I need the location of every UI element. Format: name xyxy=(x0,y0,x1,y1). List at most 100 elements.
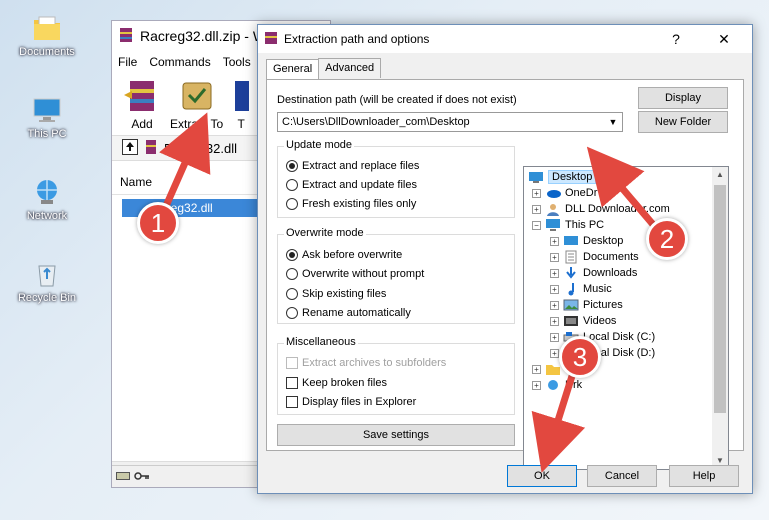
archive-small-icon xyxy=(144,139,158,158)
tree-item-pictures[interactable]: + Pictures xyxy=(550,297,623,313)
tree-item-this-pc[interactable]: − This PC xyxy=(532,217,604,233)
column-name-header[interactable]: Name xyxy=(112,169,257,195)
onedrive-icon xyxy=(545,186,561,200)
folder-icon xyxy=(31,12,63,44)
overwrite-mode-title: Overwrite mode xyxy=(284,227,366,239)
tab-advanced[interactable]: Advanced xyxy=(318,58,382,78)
key-icon[interactable] xyxy=(134,470,150,485)
desktop-icon-label: Recycle Bin xyxy=(17,292,77,304)
add-label: Add xyxy=(131,117,153,131)
winrar-logo-icon xyxy=(118,27,134,46)
videos-icon xyxy=(563,314,579,328)
desktop-icon-network[interactable]: Network xyxy=(6,176,88,222)
book-icon xyxy=(231,77,251,113)
address-path[interactable]: Racreg32.dll xyxy=(164,141,237,156)
checkbox-display-explorer[interactable]: Display files in Explorer xyxy=(286,396,416,408)
tab-general[interactable]: General xyxy=(266,59,320,79)
radio-overwrite-no-prompt[interactable]: Overwrite without prompt xyxy=(286,268,424,280)
computer-icon xyxy=(31,94,63,126)
desktop-icon xyxy=(563,234,579,248)
save-settings-button[interactable]: Save settings xyxy=(277,424,515,446)
tree-item-downloads[interactable]: + Downloads xyxy=(550,265,637,281)
ok-button[interactable]: OK xyxy=(507,465,577,487)
destination-label: Destination path (will be created if doe… xyxy=(277,94,517,106)
general-panel: Destination path (will be created if doe… xyxy=(266,79,744,470)
update-mode-group: Update mode Extract and replace files Ex… xyxy=(277,139,515,218)
add-archive-icon xyxy=(122,77,162,113)
tree-item-music[interactable]: + Music xyxy=(550,281,612,297)
overwrite-mode-group: Overwrite mode Ask before overwrite Over… xyxy=(277,227,515,324)
extract-to-button[interactable]: Extract To xyxy=(170,77,223,131)
chevron-down-icon[interactable]: ▼ xyxy=(604,113,622,131)
dialog-close-button[interactable]: ✕ xyxy=(702,25,746,53)
computer-icon xyxy=(545,218,561,232)
checkbox-extract-subfolders[interactable]: Extract archives to subfolders xyxy=(286,357,446,369)
radio-skip-existing[interactable]: Skip existing files xyxy=(286,288,386,300)
extract-to-label: Extract To xyxy=(170,117,224,131)
network-icon xyxy=(545,378,561,392)
destination-path-value: C:\Users\DllDownloader_com\Desktop xyxy=(282,116,470,128)
extract-to-icon xyxy=(177,77,217,113)
test-label: T xyxy=(237,117,245,131)
radio-extract-update[interactable]: Extract and update files xyxy=(286,179,417,191)
dialog-titlebar[interactable]: Extraction path and options ? ✕ xyxy=(258,25,752,53)
tree-item-network[interactable]: + Nrk xyxy=(532,377,582,393)
drive-icon[interactable] xyxy=(116,471,130,484)
radio-rename-auto[interactable]: Rename automatically xyxy=(286,307,411,319)
menu-tools[interactable]: Tools xyxy=(223,55,251,69)
scroll-up-icon[interactable]: ▲ xyxy=(712,167,728,183)
tree-item-onedrive[interactable]: + OneDr xyxy=(532,185,597,201)
dialog-tabs: General Advanced xyxy=(266,58,382,79)
radio-extract-replace[interactable]: Extract and replace files xyxy=(286,160,419,172)
tree-item-desktop[interactable]: + Desktop xyxy=(550,233,623,249)
tree-scrollbar[interactable]: ▲ ▼ xyxy=(712,167,728,469)
checkbox-keep-broken[interactable]: Keep broken files xyxy=(286,377,387,389)
music-icon xyxy=(563,282,579,296)
folder-tree[interactable]: Desktop + OneDr + DLL Dow nloader.com − T… xyxy=(523,166,729,470)
extraction-dialog: Extraction path and options ? ✕ General … xyxy=(257,24,753,494)
desktop-icon xyxy=(528,170,544,184)
radio-ask-before[interactable]: Ask before overwrite xyxy=(286,249,402,261)
winrar-logo-icon xyxy=(264,31,278,48)
step-badge-3: 3 xyxy=(559,336,601,378)
user-icon xyxy=(545,202,561,216)
cancel-button[interactable]: Cancel xyxy=(587,465,657,487)
tree-item-documents[interactable]: + Documents xyxy=(550,249,639,265)
step-badge-1: 1 xyxy=(137,202,179,244)
recycle-bin-icon xyxy=(31,258,63,290)
step-badge-2: 2 xyxy=(646,218,688,260)
display-button[interactable]: Display xyxy=(638,87,728,109)
documents-icon xyxy=(563,250,579,264)
downloads-icon xyxy=(563,266,579,280)
desktop-icon-label: This PC xyxy=(27,128,67,140)
radio-fresh-existing[interactable]: Fresh existing files only xyxy=(286,198,416,210)
menu-commands[interactable]: Commands xyxy=(149,55,210,69)
destination-path-input[interactable]: C:\Users\DllDownloader_com\Desktop ▼ xyxy=(277,112,623,132)
test-button[interactable]: T xyxy=(231,77,251,131)
dialog-help-button[interactable]: ? xyxy=(654,25,698,53)
file-list: Name racreg32.dll xyxy=(112,169,262,459)
dialog-title: Extraction path and options xyxy=(284,32,430,46)
desktop-icon-this-pc[interactable]: This PC xyxy=(6,94,88,140)
desktop-icon-label: Documents xyxy=(19,46,75,58)
new-folder-button[interactable]: New Folder xyxy=(638,111,728,133)
tree-item-desktop-root[interactable]: Desktop xyxy=(528,169,597,185)
winrar-statusbar xyxy=(112,465,258,487)
desktop-icon-documents[interactable]: Documents xyxy=(6,12,88,58)
tree-item-dll-downloader[interactable]: + DLL Dow nloader.com xyxy=(532,201,670,217)
desktop-icon-recycle-bin[interactable]: Recycle Bin xyxy=(6,258,88,304)
pictures-icon xyxy=(563,298,579,312)
up-folder-icon[interactable] xyxy=(122,138,138,158)
add-button[interactable]: Add xyxy=(122,77,162,131)
misc-group: Miscellaneous Extract archives to subfol… xyxy=(277,336,515,415)
scroll-thumb[interactable] xyxy=(714,185,726,413)
update-mode-title: Update mode xyxy=(284,139,355,151)
libraries-icon xyxy=(545,362,561,376)
tree-item-videos[interactable]: + Videos xyxy=(550,313,616,329)
help-button[interactable]: Help xyxy=(669,465,739,487)
menu-file[interactable]: File xyxy=(118,55,137,69)
misc-title: Miscellaneous xyxy=(284,336,358,348)
winrar-title: Racreg32.dll.zip - W xyxy=(140,28,267,44)
desktop-icon-label: Network xyxy=(26,210,68,222)
network-icon xyxy=(31,176,63,208)
